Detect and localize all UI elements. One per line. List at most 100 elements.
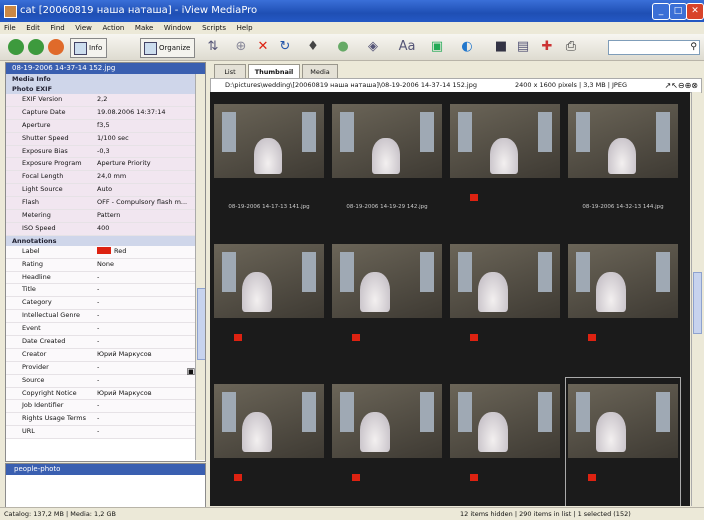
annotation-value[interactable]: - [97,375,99,387]
annotation-value[interactable]: - [97,336,99,348]
menu-help[interactable]: Help [237,22,253,34]
annotation-value[interactable]: - [97,272,99,284]
annotation-row[interactable]: Intellectual Genre - [6,310,205,324]
annotation-row[interactable]: Rating None [6,258,205,272]
vcard-icon[interactable]: ▣ [186,367,195,377]
exif-row[interactable]: Shutter Speed 1/100 sec [6,132,205,146]
menu-window[interactable]: Window [164,22,192,34]
thumbnail-cell[interactable] [212,238,326,374]
tab-thumbnail[interactable]: Thumbnail [248,64,300,79]
exif-row[interactable]: Capture Date 19.08.2006 14:37:14 [6,106,205,120]
slideshow-icon[interactable]: ◐ [458,39,476,55]
annotation-row[interactable]: Source - [6,374,205,388]
photo-exif-section[interactable]: Photo EXIF [6,84,205,94]
thumbnail-image[interactable] [450,384,560,458]
thumbnail-cell[interactable] [330,238,444,374]
annotation-row[interactable]: Label Red [6,245,205,259]
menu-action[interactable]: Action [102,22,124,34]
annotation-value[interactable]: - [97,284,99,296]
thumbnail-image[interactable] [214,244,324,318]
thumbnail-cell[interactable] [448,238,562,374]
grid-scrollbar[interactable] [691,92,702,506]
exif-row[interactable]: Flash OFF - Compulsory flash m... [6,197,205,211]
annotation-value[interactable]: - [97,400,99,412]
menu-find[interactable]: Find [50,22,64,34]
exif-value[interactable]: -0,3 [97,146,110,158]
refresh-icon[interactable]: ↻ [276,39,294,55]
people-photo-header[interactable]: people-photo [6,464,205,475]
menu-make[interactable]: Make [135,22,153,34]
thumbnail-image[interactable] [214,104,324,178]
thumbnail-image[interactable] [332,104,442,178]
exif-row[interactable]: Metering Pattern [6,210,205,223]
info-scrollbar[interactable] [195,74,205,460]
thumbnail-cell[interactable]: 08-19-2006 14-17-13 141.jpg [212,98,326,234]
exif-row[interactable]: Aperture f3,5 [6,119,205,133]
thumbnail-cell[interactable] [565,377,681,506]
delete-icon[interactable]: ✕ [254,39,272,55]
thumbnail-cell[interactable]: 08-19-2006 14-32-13 144.jpg [566,98,680,234]
sort-icon[interactable]: ⇅ [204,39,222,55]
tab-list[interactable]: List [214,64,246,79]
annotation-row[interactable]: URL - [6,426,205,440]
tab-media[interactable]: Media [302,64,338,79]
thumbnail-cell[interactable]: 08-19-2006 14-19-29 142.jpg [330,98,444,234]
annotation-row[interactable]: Copyright Notice Юрий Маркусов [6,387,205,401]
annotation-row[interactable]: Date Created - [6,336,205,349]
exif-row[interactable]: Light Source Auto [6,184,205,198]
annotation-row[interactable]: Category - [6,297,205,311]
thumbnail-cell[interactable] [448,98,562,234]
thumbnail-image[interactable] [332,384,442,458]
exif-row[interactable]: EXIF Version 2,2 [6,94,205,107]
export-icon[interactable]: ▤ [514,39,532,55]
thumbnail-image[interactable] [568,104,678,178]
annotation-value[interactable]: - [97,413,99,425]
thumbnail-cell[interactable] [212,378,326,506]
pin-icon[interactable]: ♦ [304,39,322,55]
thumbnail-image[interactable] [450,244,560,318]
thumbnail-cell[interactable] [566,238,680,374]
thumbnail-image[interactable] [568,384,678,458]
exif-row[interactable]: Exposure Bias -0,3 [6,145,205,159]
annotation-value[interactable]: - [97,323,99,335]
thumbnail-image[interactable] [332,244,442,318]
annotation-value[interactable]: - [97,362,99,374]
annotation-value[interactable]: - [97,310,99,322]
annotation-value[interactable]: - [97,426,99,438]
thumbnail-image[interactable] [568,244,678,318]
annotation-value[interactable]: Red [97,246,126,258]
alert-icon[interactable]: ◈ [364,39,382,55]
exif-row[interactable]: ISO Speed 400 [6,222,205,236]
annotation-value[interactable]: Юрий Маркусов [97,349,152,361]
exif-value[interactable]: OFF - Compulsory flash m... [97,197,187,209]
exif-value[interactable]: Aperture Priority [97,158,151,170]
film-icon[interactable]: ■ [492,39,510,55]
annotation-row[interactable]: Title - [6,284,205,298]
exif-value[interactable]: Pattern [97,210,120,222]
home-icon[interactable] [48,39,64,55]
minimize-button[interactable]: _ [652,3,670,20]
globe-icon[interactable]: ● [334,39,352,55]
exif-row[interactable]: Exposure Program Aperture Priority [6,158,205,172]
menu-scripts[interactable]: Scripts [202,22,226,34]
exif-value[interactable]: 2,2 [97,94,107,106]
annotation-row[interactable]: Creator Юрий Маркусов [6,348,205,362]
menu-file[interactable]: File [4,22,16,34]
thumbnail-image[interactable] [450,104,560,178]
search-field[interactable]: ⚲ [608,40,700,55]
thumbnail-cell[interactable] [448,378,562,506]
annotation-value[interactable]: None [97,259,114,271]
thumbnail-image[interactable] [214,384,324,458]
scroll-thumb[interactable] [197,288,205,360]
forward-icon[interactable] [28,39,44,55]
exif-value[interactable]: 1/100 sec [97,133,129,145]
view-control-icons[interactable]: ↗↖⊖⊕⊗ [664,79,698,92]
media-info-section[interactable]: Media Info [6,74,205,84]
back-icon[interactable] [8,39,24,55]
organize-button[interactable]: Organize [140,38,196,58]
menu-edit[interactable]: Edit [26,22,40,34]
exif-value[interactable]: 400 [97,223,109,235]
print-icon[interactable]: ⎙ [562,39,580,55]
annotation-value[interactable]: Юрий Маркусов [97,388,152,400]
close-button[interactable]: ✕ [686,3,704,20]
